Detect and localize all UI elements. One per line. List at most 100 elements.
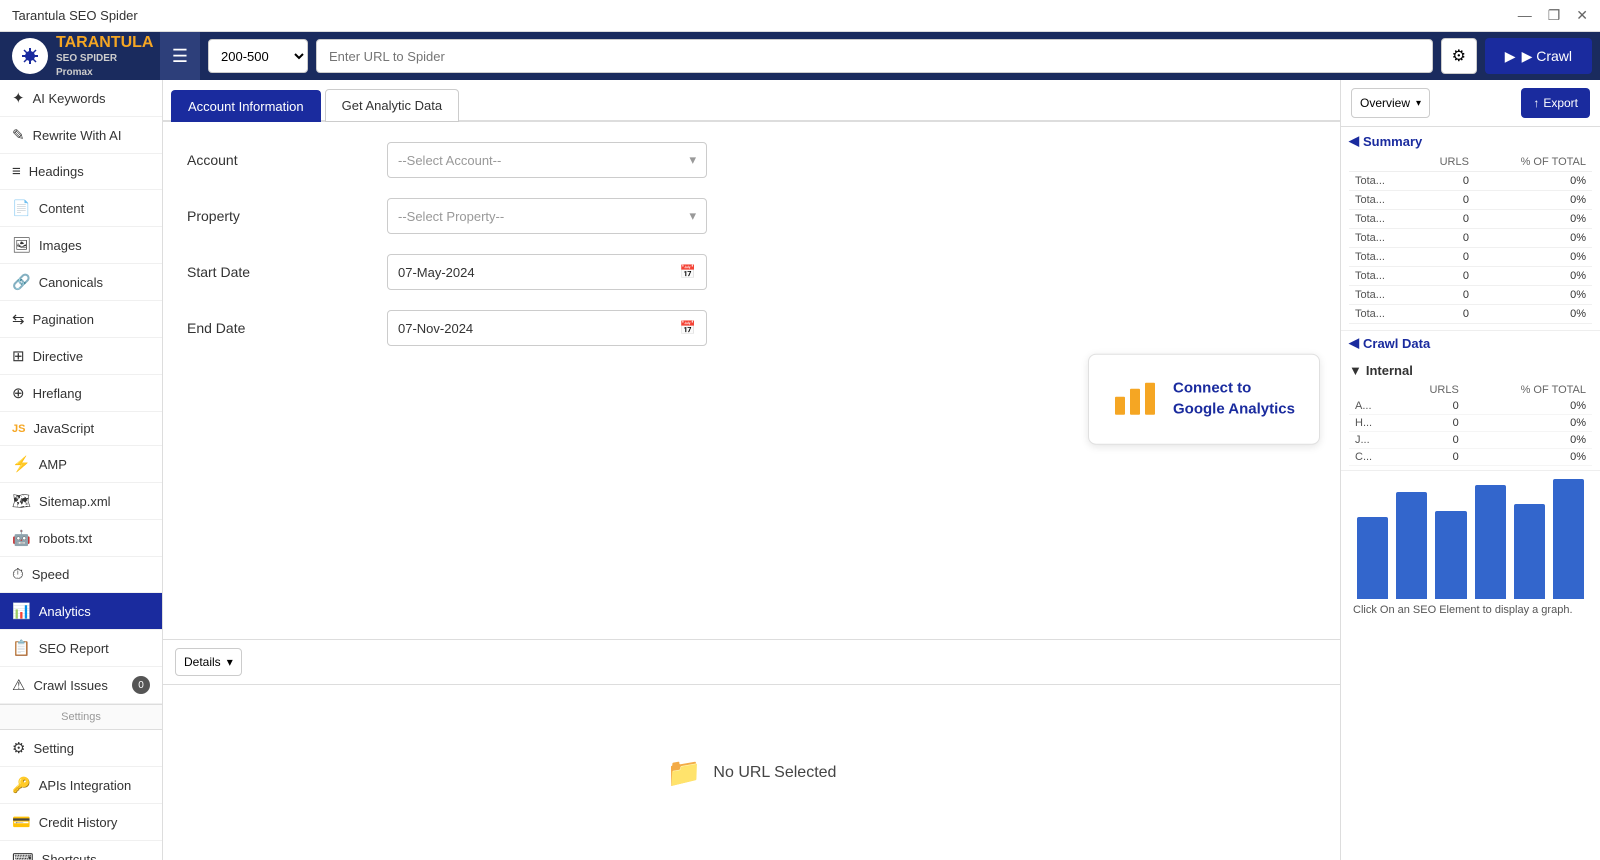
details-select[interactable]: Details ▾ — [175, 648, 242, 676]
table-row: Tota...00% — [1349, 286, 1592, 305]
apis-icon: 🔑 — [12, 776, 31, 794]
hamburger-button[interactable]: ☰ — [160, 32, 200, 80]
sidebar-item-hreflang[interactable]: ⊕ Hreflang — [0, 375, 162, 412]
setting-icon: ⚙ — [12, 739, 25, 757]
chevron-down-icon: ▾ — [689, 208, 696, 224]
chevron-down-icon: ▾ — [1416, 98, 1421, 109]
chart-bar — [1514, 504, 1545, 599]
table-row: Tota...00% — [1349, 172, 1592, 191]
end-date-row: End Date 07-Nov-2024 📅 — [187, 310, 1316, 346]
property-label: Property — [187, 208, 387, 224]
sidebar-item-amp[interactable]: ⚡ AMP — [0, 446, 162, 483]
property-control: --Select Property-- ▾ — [387, 198, 707, 234]
content-area: Account Information Get Analytic Data Ac… — [163, 80, 1340, 860]
seo-report-icon: 📋 — [12, 639, 31, 657]
close-btn[interactable]: ✕ — [1576, 7, 1588, 24]
property-row: Property --Select Property-- ▾ — [187, 198, 1316, 234]
sidebar-item-pagination[interactable]: ⇆ Pagination — [0, 301, 162, 338]
chart-bar — [1475, 485, 1506, 599]
url-range-select[interactable]: 200-500 100-200 500-1000 — [208, 39, 308, 73]
end-date-control: 07-Nov-2024 📅 — [387, 310, 707, 346]
rewrite-icon: ✎ — [12, 126, 25, 144]
chart-bar — [1357, 517, 1388, 599]
account-select[interactable]: --Select Account-- ▾ — [387, 142, 707, 178]
table-row: Tota...00% — [1349, 267, 1592, 286]
settings-divider: Settings — [0, 704, 162, 730]
calendar-icon: 📅 — [680, 264, 696, 280]
crawl-issues-badge: 0 — [132, 676, 150, 694]
sidebar-item-shortcuts[interactable]: ⌨ Shortcuts — [0, 841, 162, 860]
start-date-input[interactable]: 07-May-2024 📅 — [387, 254, 707, 290]
sidebar-item-robots[interactable]: 🤖 robots.txt — [0, 520, 162, 557]
sidebar-item-credit-history[interactable]: 💳 Credit History — [0, 804, 162, 841]
start-date-label: Start Date — [187, 264, 387, 280]
property-select[interactable]: --Select Property-- ▾ — [387, 198, 707, 234]
sidebar-item-seo-report[interactable]: 📋 SEO Report — [0, 630, 162, 667]
tab-get-analytic-data[interactable]: Get Analytic Data — [325, 89, 459, 122]
ai-keywords-icon: ✦ — [12, 89, 25, 107]
internal-col-urls: URLS — [1397, 382, 1465, 398]
internal-col-name — [1349, 382, 1397, 398]
headings-icon: ≡ — [12, 163, 21, 180]
sidebar-item-crawl-issues[interactable]: ⚠ Crawl Issues 0 — [0, 667, 162, 704]
sidebar-item-directive[interactable]: ⊞ Directive — [0, 338, 162, 375]
sitemap-icon: 🗺 — [12, 492, 31, 510]
sidebar: ✦ AI Keywords ✎ Rewrite With AI ≡ Headin… — [0, 80, 163, 860]
table-row: J...00% — [1349, 432, 1592, 449]
sidebar-item-content[interactable]: 📄 Content — [0, 190, 162, 227]
overview-select[interactable]: Overview ▾ — [1351, 88, 1430, 118]
window-controls[interactable]: — ❐ ✕ — [1518, 7, 1588, 24]
form-area: Account --Select Account-- ▾ Property --… — [163, 122, 1340, 640]
table-row: H...00% — [1349, 415, 1592, 432]
sidebar-item-apis-integration[interactable]: 🔑 APIs Integration — [0, 767, 162, 804]
content-icon: 📄 — [12, 199, 31, 217]
sidebar-item-canonicals[interactable]: 🔗 Canonicals — [0, 264, 162, 301]
play-icon: ▶ — [1505, 48, 1516, 65]
sidebar-item-images[interactable]: 🖼 Images — [0, 227, 162, 264]
minimize-btn[interactable]: — — [1518, 7, 1532, 24]
tab-account-information[interactable]: Account Information — [171, 90, 321, 122]
shortcuts-icon: ⌨ — [12, 850, 34, 860]
url-input[interactable] — [316, 39, 1433, 73]
pagination-icon: ⇆ — [12, 310, 25, 328]
crawl-data-section: ◀ Crawl Data — [1341, 330, 1600, 359]
ga-bar-chart-icon — [1113, 374, 1157, 423]
summary-title: ◀ Summary — [1349, 133, 1592, 149]
end-date-input[interactable]: 07-Nov-2024 📅 — [387, 310, 707, 346]
chart-note: Click On an SEO Element to display a gra… — [1349, 599, 1592, 622]
export-button[interactable]: ↑ Export — [1521, 88, 1590, 118]
table-row: A...00% — [1349, 398, 1592, 415]
main-layout: ✦ AI Keywords ✎ Rewrite With AI ≡ Headin… — [0, 80, 1600, 860]
ga-connect-card[interactable]: Connect toGoogle Analytics — [1088, 353, 1320, 444]
sidebar-item-rewrite-with-ai[interactable]: ✎ Rewrite With AI — [0, 117, 162, 154]
internal-col-pct: % OF TOTAL — [1465, 382, 1592, 398]
table-row: Tota...00% — [1349, 229, 1592, 248]
sidebar-item-javascript[interactable]: JS JavaScript — [0, 412, 162, 446]
logo-area: TARANTULA SEO SPIDER Promax — [0, 32, 160, 80]
maximize-btn[interactable]: ❐ — [1548, 7, 1561, 24]
table-row: Tota...00% — [1349, 305, 1592, 324]
sidebar-item-headings[interactable]: ≡ Headings — [0, 154, 162, 190]
crawl-button[interactable]: ▶ ▶ Crawl — [1485, 38, 1592, 74]
bottom-panel: Details ▾ 📁 No URL Selected — [163, 640, 1340, 860]
no-url-area: 📁 No URL Selected — [163, 685, 1340, 860]
internal-title: ▼ Internal — [1349, 363, 1592, 378]
internal-table: URLS % OF TOTAL A...00%H...00%J...00%C..… — [1349, 382, 1592, 466]
tabs-bar: Account Information Get Analytic Data — [163, 80, 1340, 122]
chart-bars — [1349, 479, 1592, 599]
chart-area: Click On an SEO Element to display a gra… — [1341, 470, 1600, 860]
sidebar-item-setting[interactable]: ⚙ Setting — [0, 730, 162, 767]
details-bar: Details ▾ — [163, 640, 1340, 685]
settings-gear-button[interactable]: ⚙ — [1441, 38, 1477, 74]
end-date-label: End Date — [187, 320, 387, 336]
sidebar-item-ai-keywords[interactable]: ✦ AI Keywords — [0, 80, 162, 117]
table-row: Tota...00% — [1349, 191, 1592, 210]
sidebar-item-sitemap[interactable]: 🗺 Sitemap.xml — [0, 483, 162, 520]
expand-icon: ▼ — [1349, 363, 1362, 378]
summary-table: URLS % OF TOTAL Tota...00%Tota...00%Tota… — [1349, 153, 1592, 324]
ga-connect-text: Connect toGoogle Analytics — [1173, 378, 1295, 420]
sidebar-item-speed[interactable]: ⏱ Speed — [0, 557, 162, 593]
summary-col-urls: URLS — [1412, 153, 1475, 172]
sidebar-item-analytics[interactable]: 📊 Analytics — [0, 593, 162, 630]
right-panel: Overview ▾ ↑ Export ◀ Summary — [1340, 80, 1600, 860]
